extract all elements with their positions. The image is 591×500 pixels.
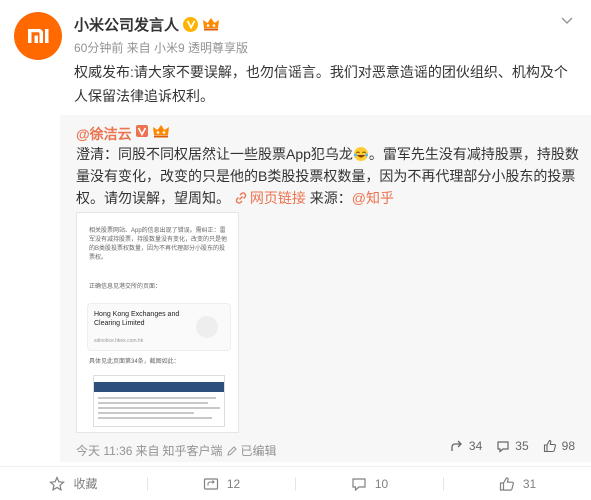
edit-icon <box>226 445 237 456</box>
repost-box[interactable]: @徐洁云 澄清：同股不同权居然让一些股票App犯乌龙 。雷军先生没有减持股票，持股… <box>60 115 591 462</box>
repost-edited[interactable]: 已编辑 <box>241 442 277 459</box>
forward-count: 12 <box>226 476 241 491</box>
avatar[interactable] <box>14 12 62 60</box>
link-icon <box>235 192 247 204</box>
comment-icon <box>497 441 509 453</box>
image-card-url: sdinotice.hkex.com.hk <box>94 338 144 344</box>
repost-text: 澄清：同股不同权居然让一些股票App犯乌龙 。雷军先生没有减持股票，持股数量没有变… <box>76 143 580 209</box>
repost-like-button[interactable]: 98 <box>543 439 575 453</box>
repost-author-row: @徐洁云 <box>76 123 170 144</box>
weibo-card: 小米公司发言人 60分钟前 来自 小米9 透明尊享版 权威发布:请大家不要误解，… <box>0 0 591 500</box>
repost-time[interactable]: 今天 11:36 <box>76 442 132 459</box>
image-card-title: Hong Kong Exchanges and Clearing Limited <box>94 311 180 327</box>
forward-icon <box>203 477 218 490</box>
verified-icon <box>135 124 149 143</box>
image-paragraph-2: 正确信息见港交所的页面： <box>89 284 162 290</box>
author-row: 小米公司发言人 <box>74 13 220 35</box>
mi-logo-icon <box>28 29 49 43</box>
thumbs-up-icon <box>543 439 556 453</box>
repost-image[interactable]: 相关股票网站、App的信息出现了错误。需纠正：雷军没有减持股票，持股数量没有变化… <box>76 212 239 433</box>
post-meta[interactable]: 60分钟前 来自 小米9 透明尊享版 <box>74 39 248 56</box>
repost-footer: 今天 11:36 来自 知乎客户端 已编辑 <box>76 442 277 459</box>
favorite-label: 收藏 <box>73 477 98 491</box>
image-paragraph-1: 相关股票网站、App的信息出现了错误。需纠正：雷军没有减持股票，持股数量没有变化… <box>89 228 228 261</box>
action-bar: 收藏 12 10 31 <box>0 466 591 500</box>
verified-icon <box>183 16 199 32</box>
star-icon <box>49 475 66 491</box>
member-crown-icon[interactable] <box>152 123 170 144</box>
like-count: 31 <box>522 476 537 491</box>
globe-icon <box>196 316 218 338</box>
web-link[interactable]: 网页链接 <box>234 190 306 206</box>
web-link-label: 网页链接 <box>249 190 306 206</box>
forward-icon <box>451 440 462 451</box>
post-text: 权威发布:请大家不要误解，也勿信谣言。我们对恶意造谣的团伙组织、机构及个人保留法… <box>74 64 568 104</box>
chevron-down-icon[interactable] <box>559 12 575 28</box>
laughing-emoji-icon <box>353 146 369 162</box>
repost-actions: 34 35 98 <box>450 439 575 453</box>
thumbs-up-icon <box>499 476 514 491</box>
repost-text-part1: 澄清：同股不同权居然让一些股票App犯乌龙 <box>76 146 353 162</box>
like-button[interactable]: 31 <box>444 467 591 500</box>
image-link-card: Hong Kong Exchanges and Clearing Limited… <box>87 303 231 351</box>
repost-comment-button[interactable]: 35 <box>496 439 529 453</box>
forward-button[interactable]: 12 <box>148 467 295 500</box>
comment-icon <box>352 477 366 491</box>
image-table-screenshot <box>93 375 225 427</box>
repost-forward-button[interactable]: 34 <box>450 439 482 453</box>
favorite-button[interactable]: 收藏 <box>0 467 147 500</box>
repost-like-count: 98 <box>561 439 575 453</box>
author-name[interactable]: 小米公司发言人 <box>74 14 179 35</box>
repost-client[interactable]: 知乎客户端 <box>163 442 223 459</box>
member-crown-icon[interactable] <box>202 16 220 32</box>
comment-button[interactable]: 10 <box>296 467 443 500</box>
source-link[interactable]: @知乎 <box>352 190 394 206</box>
source-label: 来源： <box>305 190 352 206</box>
repost-forward-count: 34 <box>468 439 483 453</box>
comment-count: 10 <box>374 476 389 491</box>
repost-author-name[interactable]: @徐洁云 <box>76 124 132 144</box>
repost-from-label: 来自 <box>135 444 160 458</box>
image-paragraph-3: 具体见此页面第34条，截图如此： <box>89 359 180 365</box>
repost-comment-count: 35 <box>515 439 529 453</box>
